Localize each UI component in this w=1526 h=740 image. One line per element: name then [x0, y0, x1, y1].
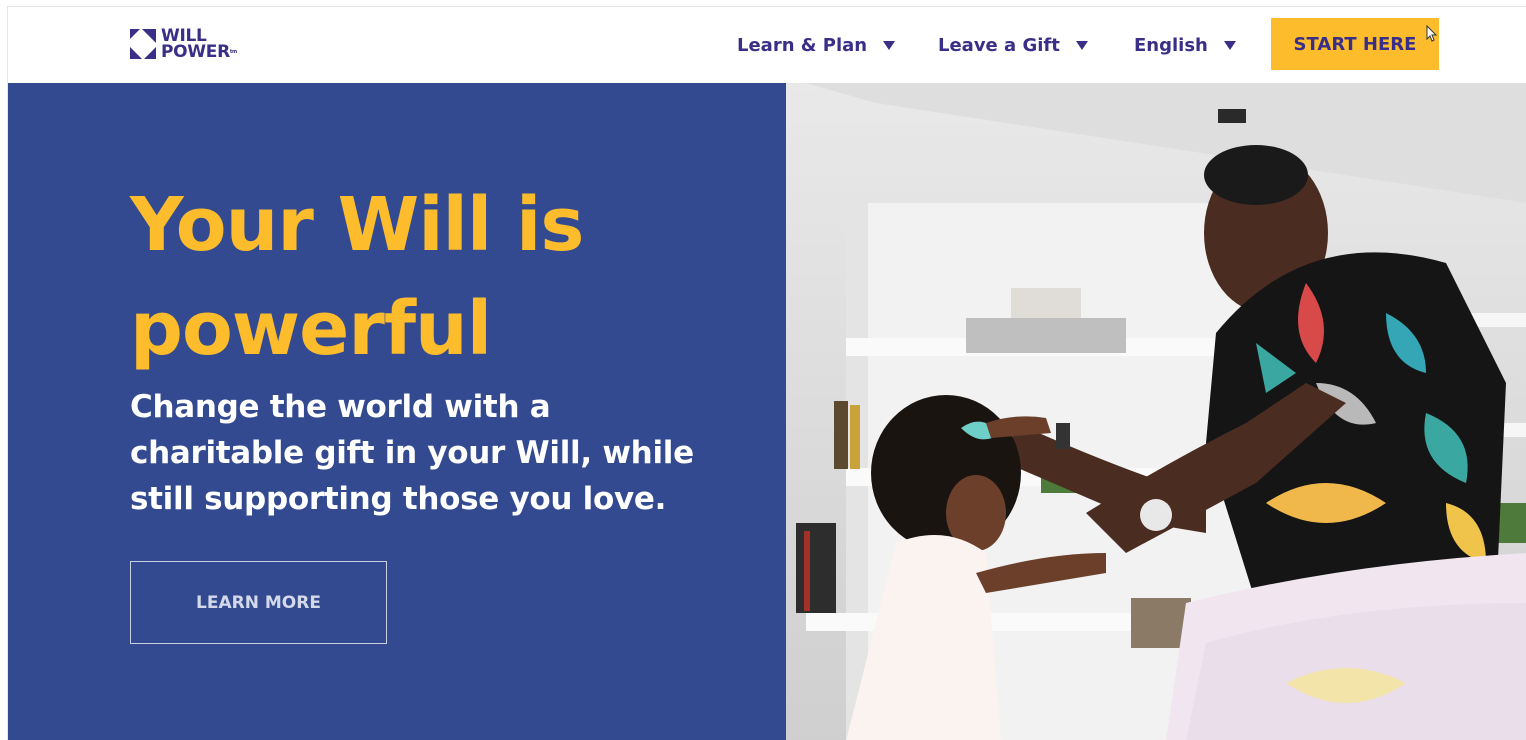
chevron-down-icon [1075, 40, 1088, 50]
logo-trademark: tm [229, 49, 237, 55]
logo-line-2: POWERtm [161, 42, 237, 62]
site-header: WILL POWERtm Learn & Plan Leave a Gift E… [8, 7, 1526, 83]
hero-title: Your Will is powerful [130, 173, 750, 381]
hero-subtitle-line-2: charitable gift in your Will, while [130, 435, 694, 471]
willpower-logo[interactable]: WILL POWERtm [130, 26, 250, 62]
hero-subtitle-line-1: Change the world with a [130, 389, 551, 425]
hero-title-line-2: powerful [130, 286, 492, 372]
browser-viewport: WILL POWERtm Learn & Plan Leave a Gift E… [7, 6, 1526, 740]
nav-leave-gift-label: Leave a Gift [938, 34, 1060, 56]
mouse-cursor-icon [1426, 25, 1438, 42]
hero-photo-illustration [786, 83, 1526, 740]
nav-learn-plan-label: Learn & Plan [737, 34, 868, 56]
nav-language[interactable]: English [1134, 7, 1236, 83]
nav-learn-plan[interactable]: Learn & Plan [737, 7, 896, 83]
chevron-down-icon [1223, 40, 1236, 50]
nav-leave-gift-toggle[interactable]: Leave a Gift [938, 35, 1088, 56]
willpower-logo-icon [130, 29, 156, 59]
hero-panel: Your Will is powerful Change the world w… [8, 83, 786, 740]
hero-subtitle: Change the world with a charitable gift … [130, 384, 750, 522]
chevron-down-icon [883, 40, 896, 50]
nav-language-label: English [1134, 34, 1208, 56]
start-here-button[interactable]: START HERE [1271, 18, 1439, 70]
nav-learn-plan-toggle[interactable]: Learn & Plan [737, 34, 896, 56]
hero-title-line-1: Your Will is [130, 182, 584, 268]
learn-more-button[interactable]: LEARN MORE [130, 561, 387, 644]
nav-language-toggle[interactable]: English [1134, 35, 1236, 56]
logo-wordmark: WILL POWERtm [161, 28, 237, 62]
nav-leave-gift[interactable]: Leave a Gift [938, 7, 1088, 83]
hero-photo [786, 83, 1526, 740]
hero-subtitle-line-3: still supporting those you love. [130, 481, 667, 517]
